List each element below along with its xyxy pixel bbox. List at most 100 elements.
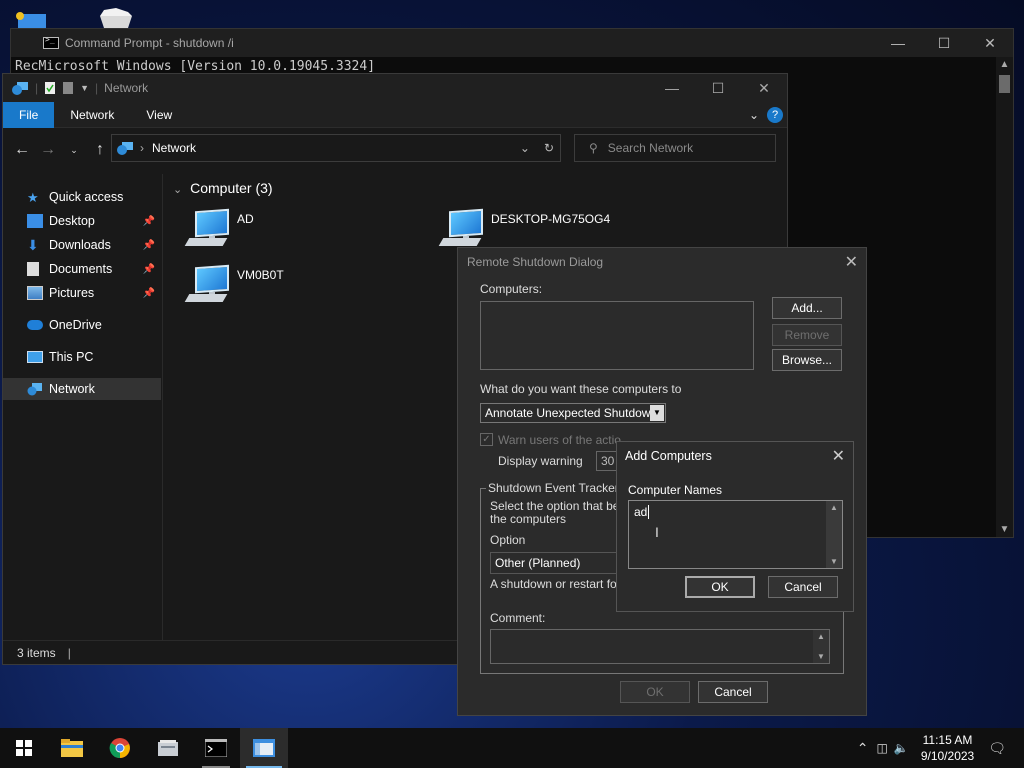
sidebar-item-documents[interactable]: Documents 📌 <box>3 258 161 280</box>
scroll-up-icon[interactable]: ▲ <box>817 632 825 641</box>
breadcrumb-chevron-icon[interactable]: › <box>140 141 144 155</box>
warn-users-checkbox[interactable]: ✓ <box>480 433 493 446</box>
minimize-button[interactable]: — <box>875 35 921 52</box>
comment-textarea[interactable]: ▲ ▼ <box>490 629 830 664</box>
network-status-icon[interactable]: ◫ <box>877 741 888 755</box>
address-dropdown-icon[interactable]: ⌄ <box>520 141 530 155</box>
action-select[interactable]: Annotate Unexpected Shutdow ▼ <box>480 403 666 423</box>
close-icon[interactable]: ✕ <box>845 252 858 272</box>
group-header[interactable]: ⌄ Computer (3) <box>173 180 273 196</box>
notifications-icon[interactable]: 🗨 <box>988 740 1006 757</box>
scroll-up-icon[interactable]: ▲ <box>830 503 838 512</box>
cancel-button[interactable]: Cancel <box>698 681 768 703</box>
ok-button[interactable]: OK <box>620 681 690 703</box>
tab-file[interactable]: File <box>3 101 55 128</box>
taskbar-file-explorer[interactable] <box>48 728 96 768</box>
help-icon[interactable]: ? <box>767 106 783 123</box>
display-warning-label: Display warning <box>498 454 583 468</box>
refresh-icon[interactable]: ↻ <box>544 141 554 155</box>
add-button[interactable]: Add... <box>772 297 842 319</box>
sidebar-item-onedrive[interactable]: OneDrive <box>3 314 161 336</box>
option-label: Option <box>490 533 526 547</box>
sidebar-item-network[interactable]: Network <box>3 378 161 400</box>
scroll-down-icon[interactable]: ▼ <box>830 557 838 566</box>
ok-button[interactable]: OK <box>685 576 755 598</box>
scroll-down-icon[interactable]: ▼ <box>996 524 1013 535</box>
computer-name: DESKTOP-MG75OG4 <box>491 212 611 226</box>
sidebar-item-label: Documents <box>49 262 113 276</box>
pin-icon[interactable]: 📌 <box>143 264 155 275</box>
collapse-group-icon[interactable]: ⌄ <box>173 184 182 196</box>
pin-icon[interactable]: 📌 <box>143 240 155 251</box>
breadcrumb[interactable]: Network <box>152 141 196 155</box>
recent-locations-icon[interactable]: ⌄ <box>63 145 85 156</box>
computer-item[interactable]: VM0B0T <box>184 264 284 310</box>
add-computers-dialog[interactable]: Add Computers ✕ Computer Names ad​ ▲ ▼ I… <box>616 441 854 612</box>
show-hidden-icons-icon[interactable]: ⌃ <box>857 740 869 757</box>
address-bar[interactable]: › Network ⌄ ↻ <box>111 134 561 162</box>
computers-list[interactable] <box>480 301 754 370</box>
expand-ribbon-icon[interactable]: ⌄ <box>749 108 759 122</box>
computer-item[interactable]: AD <box>184 208 254 254</box>
dialog-titlebar[interactable]: Add Computers ✕ <box>617 442 853 470</box>
network-icon <box>12 82 28 95</box>
scroll-down-icon[interactable]: ▼ <box>817 652 825 661</box>
sidebar-item-pictures[interactable]: Pictures 📌 <box>3 282 161 304</box>
new-folder-icon[interactable] <box>62 81 74 95</box>
remove-button[interactable]: Remove <box>772 324 842 346</box>
explorer-titlebar[interactable]: | ▼ | Network — ☐ ✕ <box>3 74 787 102</box>
qat-dropdown-icon[interactable]: ▼ <box>80 83 89 93</box>
warn-users-label: Warn users of the actio <box>498 433 621 447</box>
computer-name: AD <box>237 212 254 226</box>
names-scrollbar[interactable]: ▲ ▼ <box>826 501 842 568</box>
computers-label: Computers: <box>480 282 543 296</box>
sidebar-item-this-pc[interactable]: This PC <box>3 346 161 368</box>
network-icon <box>117 142 133 155</box>
browse-button[interactable]: Browse... <box>772 349 842 371</box>
minimize-button[interactable]: — <box>649 80 695 97</box>
desktop-folder-icon <box>27 214 43 228</box>
clock-time: 11:15 AM <box>922 733 973 747</box>
cmd-titlebar[interactable]: Command Prompt - shutdown /i — ☐ ✕ <box>11 29 1013 57</box>
server-manager-icon <box>158 740 178 756</box>
chevron-down-icon[interactable]: ▼ <box>650 405 664 421</box>
option-select-value: Other (Planned) <box>495 556 581 570</box>
maximize-button[interactable]: ☐ <box>921 35 967 52</box>
dialog-titlebar[interactable]: Remote Shutdown Dialog ✕ <box>458 248 866 276</box>
forward-arrow-icon[interactable]: → <box>37 141 59 159</box>
pin-icon[interactable]: 📌 <box>143 288 155 299</box>
navigation-pane: ★ Quick access Desktop 📌 ⬇ Downloads 📌 D… <box>3 174 163 640</box>
taskbar-server-manager[interactable] <box>144 728 192 768</box>
item-count: 3 items <box>17 645 56 660</box>
up-arrow-icon[interactable]: ↑ <box>89 141 111 159</box>
search-box[interactable]: ⚲ Search Network <box>574 134 776 162</box>
cancel-button[interactable]: Cancel <box>768 576 838 598</box>
scroll-thumb[interactable] <box>999 75 1010 93</box>
sidebar-item-label: Quick access <box>49 190 124 204</box>
computer-names-input[interactable]: ad​ ▲ ▼ <box>628 500 843 569</box>
volume-icon[interactable]: 🔈 <box>894 741 909 755</box>
pin-icon[interactable]: 📌 <box>143 216 155 227</box>
close-button[interactable]: ✕ <box>967 35 1013 52</box>
taskbar-chrome[interactable] <box>96 728 144 768</box>
taskbar-network-explorer[interactable] <box>240 728 288 768</box>
sidebar-item-downloads[interactable]: ⬇ Downloads 📌 <box>3 234 161 256</box>
back-arrow-icon[interactable]: ← <box>11 141 33 159</box>
computer-name: VM0B0T <box>237 268 284 282</box>
chrome-icon <box>109 738 130 759</box>
close-button[interactable]: ✕ <box>741 80 787 97</box>
system-tray: ⌃ ◫ 🔈 11:15 AM 9/10/2023 🗨 <box>857 728 1024 768</box>
taskbar-command-prompt[interactable] <box>192 728 240 768</box>
sidebar-item-quick-access[interactable]: ★ Quick access <box>3 186 161 208</box>
start-button[interactable] <box>0 728 48 768</box>
tab-view[interactable]: View <box>130 102 188 128</box>
tab-network[interactable]: Network <box>54 102 130 128</box>
comment-scrollbar[interactable]: ▲ ▼ <box>813 630 829 663</box>
maximize-button[interactable]: ☐ <box>695 80 741 97</box>
sidebar-item-desktop[interactable]: Desktop 📌 <box>3 210 161 232</box>
clock[interactable]: 11:15 AM 9/10/2023 <box>921 732 974 764</box>
close-icon[interactable]: ✕ <box>832 446 845 466</box>
scroll-up-icon[interactable]: ▲ <box>996 59 1013 70</box>
cmd-scrollbar[interactable]: ▲ ▼ <box>996 57 1013 537</box>
properties-icon[interactable] <box>44 81 56 95</box>
